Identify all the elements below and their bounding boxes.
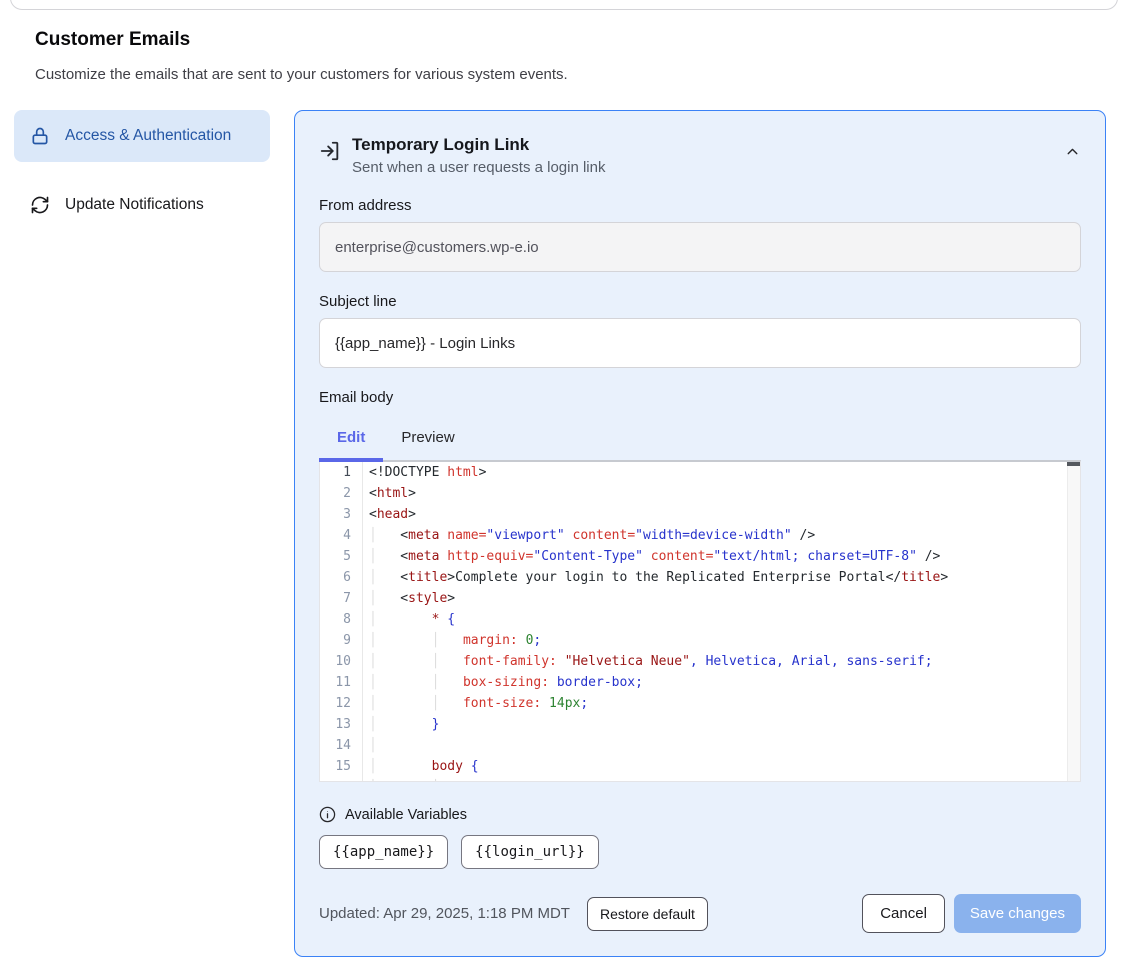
variable-chips: {{app_name}} {{login_url}}	[319, 835, 1081, 869]
available-variables-row: Available Variables	[319, 806, 1081, 823]
code-line[interactable]: 14│	[320, 735, 1080, 756]
chevron-up-icon	[1064, 143, 1081, 160]
code-line-text: <!DOCTYPE html>	[363, 462, 486, 483]
refresh-icon	[30, 195, 50, 215]
code-line-text: <head>	[363, 504, 416, 525]
chip-login-url[interactable]: {{login_url}}	[461, 835, 599, 869]
log-in-icon	[319, 140, 341, 176]
line-number: 13	[320, 714, 363, 735]
email-body-label: Email body	[319, 389, 1081, 406]
code-line[interactable]: 10│ │ font-family: "Helvetica Neue", Hel…	[320, 651, 1080, 672]
panel-header: Temporary Login Link Sent when a user re…	[319, 135, 1081, 176]
code-line-text: │	[363, 735, 377, 756]
code-line[interactable]: 15│ body {	[320, 756, 1080, 777]
code-line-text: │ <title>Complete your login to the Repl…	[363, 567, 948, 588]
code-line-text: │ │ background-color: #f8f8f8;	[363, 777, 666, 782]
sidebar-item-update-notifications[interactable]: Update Notifications	[14, 179, 270, 231]
sidebar-item-access-authentication[interactable]: Access & Authentication	[14, 110, 270, 162]
code-line-text: │ <style>	[363, 588, 455, 609]
panel-title: Temporary Login Link	[352, 135, 1053, 155]
panel-subtitle: Sent when a user requests a login link	[352, 159, 1053, 176]
panel-titles: Temporary Login Link Sent when a user re…	[352, 135, 1053, 176]
line-number: 11	[320, 672, 363, 693]
code-line[interactable]: 4│ <meta name="viewport" content="width=…	[320, 525, 1080, 546]
code-line-text: <html>	[363, 483, 416, 504]
panel-footer: Updated: Apr 29, 2025, 1:18 PM MDT Resto…	[319, 894, 1081, 933]
tab-preview[interactable]: Preview	[383, 419, 472, 462]
line-number: 16	[320, 777, 363, 782]
code-line[interactable]: 12│ │ font-size: 14px;	[320, 693, 1080, 714]
line-number: 6	[320, 567, 363, 588]
code-editor-lines: 1<!DOCTYPE html>2<html>3<head>4│ <meta n…	[320, 462, 1080, 782]
code-line[interactable]: 5│ <meta http-equiv="Content-Type" conte…	[320, 546, 1080, 567]
code-line[interactable]: 7│ <style>	[320, 588, 1080, 609]
code-line-text: │ │ font-size: 14px;	[363, 693, 588, 714]
from-address-label: From address	[319, 197, 1081, 214]
line-number: 1	[320, 462, 363, 483]
code-line[interactable]: 8│ * {	[320, 609, 1080, 630]
temporary-login-link-panel: Temporary Login Link Sent when a user re…	[294, 110, 1106, 957]
restore-default-button[interactable]: Restore default	[587, 897, 708, 931]
line-number: 15	[320, 756, 363, 777]
code-line[interactable]: 1<!DOCTYPE html>	[320, 462, 1080, 483]
available-variables-label: Available Variables	[345, 807, 467, 823]
code-line[interactable]: 16│ │ background-color: #f8f8f8;	[320, 777, 1080, 782]
subject-line-label: Subject line	[319, 293, 1081, 310]
sidebar-item-label: Update Notifications	[65, 193, 204, 217]
line-number: 2	[320, 483, 363, 504]
line-number: 7	[320, 588, 363, 609]
save-changes-button[interactable]: Save changes	[954, 894, 1081, 933]
code-line-text: │ │ font-family: "Helvetica Neue", Helve…	[363, 651, 933, 672]
email-body-tabs: EditPreview	[319, 419, 1081, 462]
code-line-text: │ body {	[363, 756, 479, 777]
code-line-text: │ * {	[363, 609, 455, 630]
tab-edit[interactable]: Edit	[319, 419, 383, 462]
code-line-text: │ │ margin: 0;	[363, 630, 541, 651]
line-number: 10	[320, 651, 363, 672]
line-number: 8	[320, 609, 363, 630]
editor-scrollbar-track[interactable]	[1067, 462, 1080, 781]
code-line-text: │ <meta name="viewport" content="width=d…	[363, 525, 815, 546]
code-line[interactable]: 6│ <title>Complete your login to the Rep…	[320, 567, 1080, 588]
cancel-button[interactable]: Cancel	[862, 894, 945, 933]
code-line[interactable]: 9│ │ margin: 0;	[320, 630, 1080, 651]
sidebar-item-label: Access & Authentication	[65, 124, 231, 148]
subject-line-input[interactable]	[319, 318, 1081, 368]
code-line[interactable]: 13│ }	[320, 714, 1080, 735]
code-line-text: │ <meta http-equiv="Content-Type" conten…	[363, 546, 940, 567]
code-line[interactable]: 3<head>	[320, 504, 1080, 525]
chip-app-name[interactable]: {{app_name}}	[319, 835, 448, 869]
updated-timestamp: Updated: Apr 29, 2025, 1:18 PM MDT	[319, 905, 570, 922]
collapse-panel-button[interactable]	[1064, 143, 1081, 176]
from-address-input[interactable]	[319, 222, 1081, 272]
code-line[interactable]: 11│ │ box-sizing: border-box;	[320, 672, 1080, 693]
code-line-text: │ }	[363, 714, 439, 735]
page-subtitle: Customize the emails that are sent to yo…	[35, 66, 568, 83]
page-title: Customer Emails	[35, 29, 190, 51]
line-number: 12	[320, 693, 363, 714]
line-number: 5	[320, 546, 363, 567]
line-number: 9	[320, 630, 363, 651]
info-icon[interactable]	[319, 806, 336, 823]
email-types-sidebar: Access & Authentication Update Notificati…	[14, 110, 270, 231]
code-line[interactable]: 2<html>	[320, 483, 1080, 504]
code-line-text: │ │ box-sizing: border-box;	[363, 672, 643, 693]
line-number: 3	[320, 504, 363, 525]
line-number: 14	[320, 735, 363, 756]
top-panel-edge	[10, 0, 1118, 10]
code-editor[interactable]: 1<!DOCTYPE html>2<html>3<head>4│ <meta n…	[319, 460, 1081, 782]
line-number: 4	[320, 525, 363, 546]
lock-icon	[30, 126, 50, 146]
